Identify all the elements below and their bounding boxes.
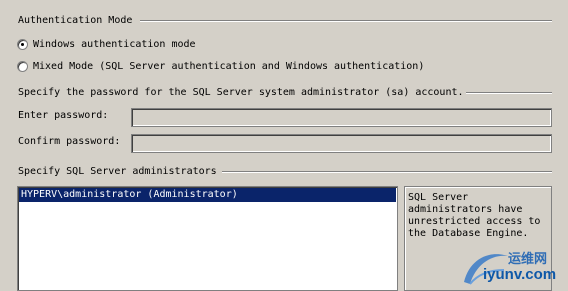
admins-group-title: Specify SQL Server administrators — [18, 164, 217, 178]
windows-auth-label: Windows authentication mode — [33, 38, 196, 50]
watermark-bottom-text: iyunv.com — [483, 266, 557, 283]
confirm-password-field[interactable] — [131, 134, 552, 153]
enter-password-field[interactable] — [131, 108, 552, 127]
admins-listbox[interactable]: HYPERV\administrator (Administrator) — [17, 186, 398, 291]
enter-password-label: Enter password: — [18, 110, 109, 121]
admins-title: Specify SQL Server administrators — [18, 165, 217, 177]
auth-mode-title: Authentication Mode — [18, 14, 133, 26]
list-item[interactable]: HYPERV\administrator (Administrator) — [19, 188, 396, 202]
sa-password-title: Specify the password for the SQL Server … — [18, 86, 464, 98]
mixed-mode-option[interactable]: Mixed Mode (SQL Server authentication an… — [17, 59, 424, 73]
watermark-top-text: 运维网 — [508, 251, 548, 266]
windows-auth-radio[interactable] — [17, 38, 28, 50]
windows-auth-option[interactable]: Windows authentication mode — [17, 37, 196, 51]
auth-mode-group-title: Authentication Mode — [18, 13, 132, 27]
confirm-password-label: Confirm password: — [18, 136, 121, 147]
mixed-mode-label: Mixed Mode (SQL Server authentication an… — [33, 60, 425, 72]
mixed-mode-radio[interactable] — [17, 60, 28, 72]
sa-password-group-title: Specify the password for the SQL Server … — [18, 85, 464, 99]
site-watermark-logo: 运维网 iyunv.com — [456, 246, 568, 291]
admin-item-label: HYPERV\administrator (Administrator) — [21, 189, 238, 200]
